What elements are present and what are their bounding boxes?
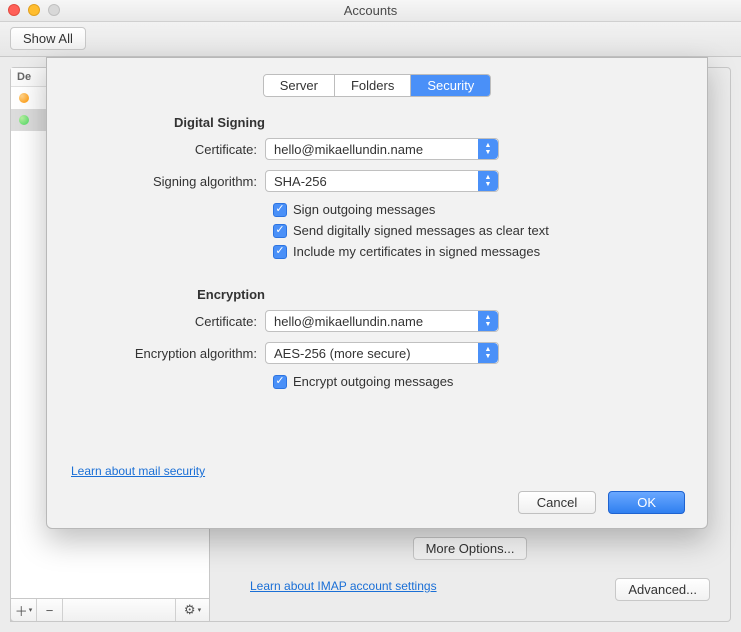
encryption-algorithm-select[interactable]: AES-256 (more secure) ▲▼ bbox=[265, 342, 499, 364]
sidebar-actions-button[interactable]: ⚙▾ bbox=[175, 599, 209, 621]
checkbox-checked-icon: ✓ bbox=[273, 203, 287, 217]
status-dot-icon bbox=[19, 115, 29, 125]
minimize-icon[interactable] bbox=[28, 4, 40, 16]
tab-folders[interactable]: Folders bbox=[335, 75, 411, 96]
tab-server[interactable]: Server bbox=[264, 75, 335, 96]
security-form: Digital Signing Certificate: hello@mikae… bbox=[71, 115, 683, 389]
checkbox-label: Include my certificates in signed messag… bbox=[293, 244, 540, 259]
signing-algorithm-select[interactable]: SHA-256 ▲▼ bbox=[265, 170, 499, 192]
minus-icon: − bbox=[46, 603, 54, 618]
select-value: SHA-256 bbox=[274, 174, 327, 189]
checkbox-checked-icon: ✓ bbox=[273, 224, 287, 238]
chevron-down-icon: ▾ bbox=[29, 606, 33, 614]
show-all-button[interactable]: Show All bbox=[10, 27, 86, 50]
titlebar: Accounts bbox=[0, 0, 741, 22]
checkbox-label: Encrypt outgoing messages bbox=[293, 374, 453, 389]
checkbox-checked-icon: ✓ bbox=[273, 375, 287, 389]
select-value: hello@mikaellundin.name bbox=[274, 314, 423, 329]
checkbox-checked-icon: ✓ bbox=[273, 245, 287, 259]
clear-text-checkbox-row[interactable]: ✓ Send digitally signed messages as clea… bbox=[273, 223, 683, 238]
select-value: hello@mikaellundin.name bbox=[274, 142, 423, 157]
mail-security-link[interactable]: Learn about mail security bbox=[71, 464, 205, 478]
ok-button[interactable]: OK bbox=[608, 491, 685, 514]
sheet-tabs: Server Folders Security bbox=[71, 74, 683, 97]
encryption-certificate-select[interactable]: hello@mikaellundin.name ▲▼ bbox=[265, 310, 499, 332]
zoom-icon bbox=[48, 4, 60, 16]
signing-certificate-label: Certificate: bbox=[71, 142, 265, 157]
add-account-button[interactable]: ＋▾ bbox=[11, 599, 37, 621]
checkbox-label: Sign outgoing messages bbox=[293, 202, 435, 217]
window-controls bbox=[8, 4, 60, 16]
imap-settings-link[interactable]: Learn about IMAP account settings bbox=[230, 567, 457, 613]
toolbar: Show All bbox=[0, 22, 741, 57]
accounts-window: Accounts Show All De More Options... bbox=[0, 0, 741, 632]
encrypt-outgoing-checkbox-row[interactable]: ✓ Encrypt outgoing messages bbox=[273, 374, 683, 389]
advanced-button[interactable]: Advanced... bbox=[615, 578, 710, 601]
remove-account-button[interactable]: − bbox=[37, 599, 63, 621]
encryption-heading: Encryption bbox=[71, 287, 265, 302]
status-dot-icon bbox=[19, 93, 29, 103]
select-value: AES-256 (more secure) bbox=[274, 346, 411, 361]
signing-certificate-select[interactable]: hello@mikaellundin.name ▲▼ bbox=[265, 138, 499, 160]
digital-signing-heading: Digital Signing bbox=[71, 115, 265, 130]
encryption-certificate-label: Certificate: bbox=[71, 314, 265, 329]
tab-security[interactable]: Security bbox=[411, 75, 490, 96]
updown-icon: ▲▼ bbox=[478, 343, 498, 363]
gear-icon: ⚙ bbox=[184, 602, 196, 618]
close-icon[interactable] bbox=[8, 4, 20, 16]
include-certs-checkbox-row[interactable]: ✓ Include my certificates in signed mess… bbox=[273, 244, 683, 259]
updown-icon: ▲▼ bbox=[478, 139, 498, 159]
encryption-algorithm-label: Encryption algorithm: bbox=[71, 346, 265, 361]
cancel-button[interactable]: Cancel bbox=[518, 491, 596, 514]
updown-icon: ▲▼ bbox=[478, 311, 498, 331]
checkbox-label: Send digitally signed messages as clear … bbox=[293, 223, 549, 238]
more-options-button[interactable]: More Options... bbox=[413, 537, 528, 560]
signing-algorithm-label: Signing algorithm: bbox=[71, 174, 265, 189]
updown-icon: ▲▼ bbox=[478, 171, 498, 191]
plus-icon: ＋ bbox=[15, 601, 28, 620]
sign-outgoing-checkbox-row[interactable]: ✓ Sign outgoing messages bbox=[273, 202, 683, 217]
security-sheet: Server Folders Security Digital Signing … bbox=[46, 57, 708, 529]
chevron-down-icon: ▾ bbox=[198, 606, 202, 614]
sidebar-footer: ＋▾ − ⚙▾ bbox=[10, 598, 210, 622]
window-title: Accounts bbox=[344, 3, 397, 18]
